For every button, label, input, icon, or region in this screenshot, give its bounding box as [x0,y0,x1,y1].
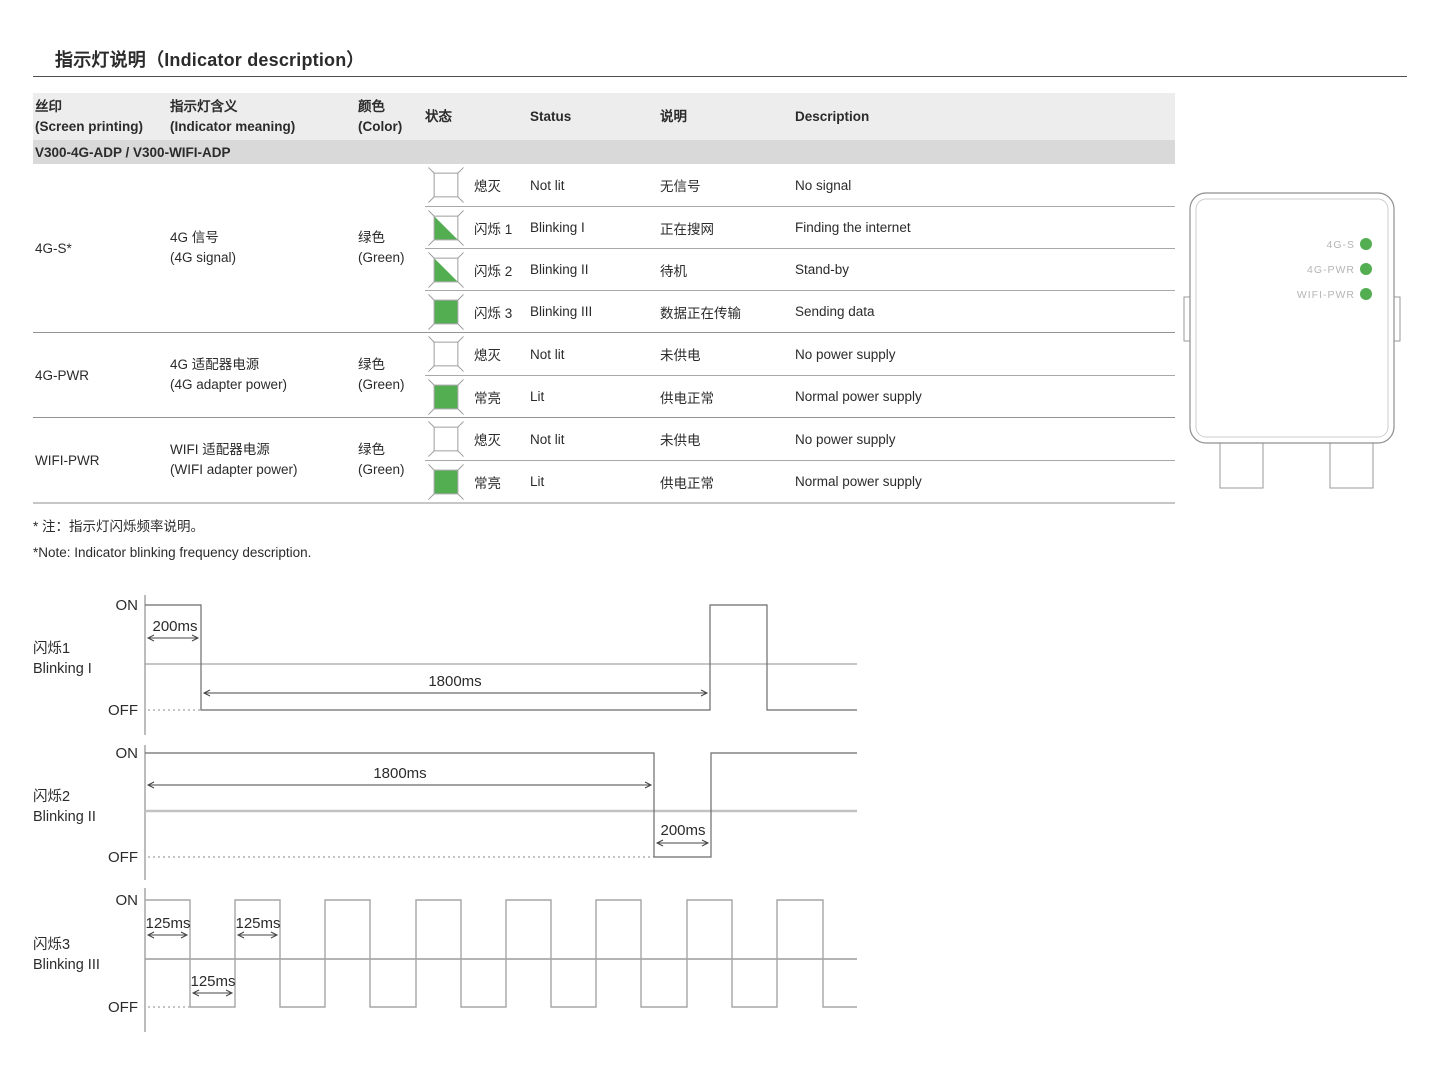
diagram-label-en: Blinking I [33,661,92,677]
diagram-blinking-2: 闪烁2 Blinking II ON OFF 1800ms 200ms [33,745,857,880]
table-group-wifi-pwr: WIFI-PWR WIFI 适配器电源 (WIFI adapter power)… [33,417,1175,502]
device-leg [1330,440,1373,488]
on-label: ON [116,745,139,762]
table-group-4g-pwr: 4G-PWR 4G 适配器电源 (4G adapter power) 绿色 (G… [33,332,1175,417]
device-leg [1220,440,1263,488]
table-row: 熄灭 Not lit 未供电 No power supply [425,418,1175,460]
diagram-label-zh: 闪烁3 [33,936,70,953]
table-row: 闪烁 2 Blinking II 待机 Stand-by [425,248,1175,290]
diagram-label-zh: 闪烁1 [33,640,70,657]
duration-off: 125ms [190,973,235,990]
led-on-icon [425,463,474,501]
table-row: 闪烁 1 Blinking I 正在搜网 Finding the interne… [425,206,1175,248]
device-led-4g-s [1360,238,1372,250]
group-color: 绿色 (Green) [358,355,425,396]
led-off-icon [425,166,474,204]
led-half-icon [425,209,474,247]
group-screen-printing: 4G-S* [33,241,170,256]
header-indicator-meaning: 指示灯含义 (Indicator meaning) [170,96,358,136]
footnote-en: *Note: Indicator blinking frequency desc… [33,540,311,566]
table-row: 常亮 Lit 供电正常 Normal power supply [425,460,1175,502]
off-label: OFF [108,702,138,719]
group-color: 绿色 (Green) [358,440,425,481]
group-color: 绿色 (Green) [358,228,425,269]
led-on-icon [425,378,474,416]
header-state-zh: 状态 [425,106,530,127]
device-body [1190,193,1394,443]
table-row: 闪烁 3 Blinking III 数据正在传输 Sending data [425,290,1175,332]
header-status-en: Status [530,106,660,127]
group-screen-printing: 4G-PWR [33,368,170,383]
off-label: OFF [108,849,138,866]
device-label-4g-s: 4G-S [1326,239,1355,251]
footnotes: * 注：指示灯闪烁频率说明。 *Note: Indicator blinking… [33,514,311,565]
off-label: OFF [108,999,138,1016]
table-row: 熄灭 Not lit 无信号 No signal [425,164,1175,206]
led-off-icon [425,335,474,373]
duration-on: 200ms [152,618,197,635]
duration-on: 1800ms [373,765,426,782]
header-desc-en: Description [795,106,1175,127]
led-on-icon [425,293,474,331]
section-row-model: V300-4G-ADP / V300-WIFI-ADP [33,140,1175,164]
device-led-wifi-pwr [1360,288,1372,300]
waveform [145,753,857,857]
table-row: 熄灭 Not lit 未供电 No power supply [425,333,1175,375]
group-screen-printing: WIFI-PWR [33,453,170,468]
table-header-row: 丝印 (Screen printing) 指示灯含义 (Indicator me… [33,93,1175,140]
diagram-blinking-3: 闪烁3 Blinking III ON OFF 125ms 125ms 125m… [33,888,857,1032]
led-half-icon [425,251,474,289]
blinking-timing-diagrams: 闪烁1 Blinking I ON OFF 200ms 1800ms 闪烁2 B… [20,580,920,1050]
group-meaning: WIFI 适配器电源 (WIFI adapter power) [170,440,358,481]
group-meaning: 4G 适配器电源 (4G adapter power) [170,355,358,396]
indicator-table: 丝印 (Screen printing) 指示灯含义 (Indicator me… [33,93,1175,504]
table-group-4g-s: 4G-S* 4G 信号 (4G signal) 绿色 (Green) [33,164,1175,332]
duration-off: 1800ms [428,673,481,690]
diagram-label-zh: 闪烁2 [33,788,70,805]
on-label: ON [116,892,139,909]
diagram-blinking-1: 闪烁1 Blinking I ON OFF 200ms 1800ms [33,595,857,735]
header-desc-zh: 说明 [660,106,795,127]
header-color: 颜色 (Color) [358,96,425,136]
adapter-device-illustration: 4G-S 4G-PWR WIFI-PWR [1183,190,1403,500]
duration-on2: 125ms [235,915,280,932]
title-divider [33,76,1407,77]
duration-off: 200ms [660,822,705,839]
footnote-zh: * 注：指示灯闪烁频率说明。 [33,514,311,540]
device-led-4g-pwr [1360,263,1372,275]
diagram-label-en: Blinking II [33,809,96,825]
waveform [145,605,857,710]
led-off-icon [425,420,474,458]
header-screen-printing: 丝印 (Screen printing) [33,96,170,136]
device-label-wifi-pwr: WIFI-PWR [1297,289,1355,301]
device-label-4g-pwr: 4G-PWR [1307,264,1355,276]
on-label: ON [116,597,139,614]
manual-page: 指示灯说明（Indicator description） 丝印 (Screen … [0,0,1440,1070]
page-title: 指示灯说明（Indicator description） [55,46,365,72]
table-row: 常亮 Lit 供电正常 Normal power supply [425,375,1175,417]
group-meaning: 4G 信号 (4G signal) [170,228,358,269]
diagram-label-en: Blinking III [33,957,100,973]
duration-on: 125ms [145,915,190,932]
